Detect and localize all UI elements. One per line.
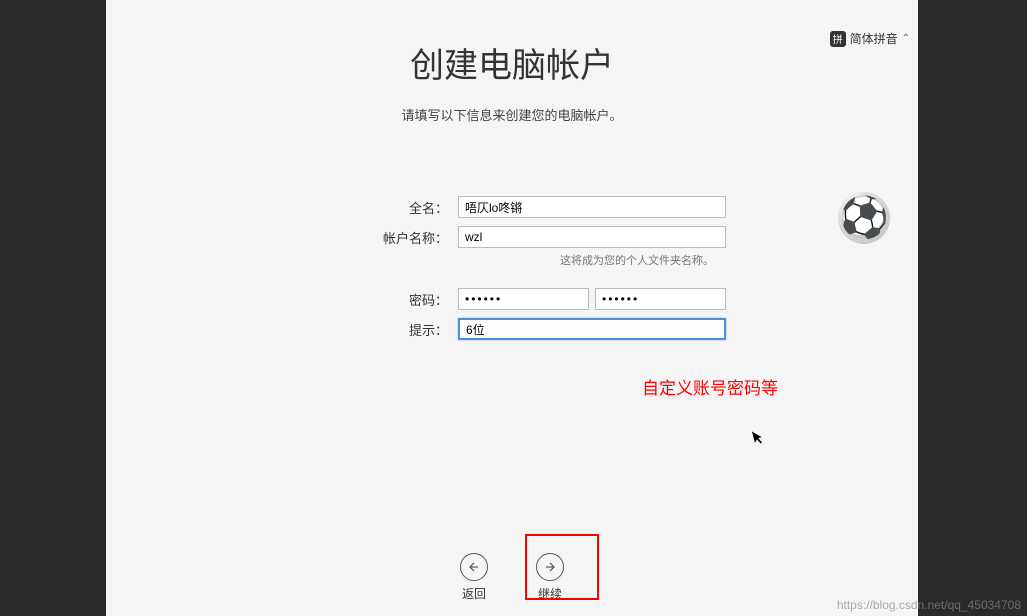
password-input[interactable]: [458, 288, 589, 310]
account-label: 帐户名称：: [298, 228, 458, 247]
fullname-label: 全名：: [298, 198, 458, 217]
chevron-updown-icon: ⌃: [902, 33, 910, 44]
ime-indicator[interactable]: 拼 简体拼音 ⌃: [830, 30, 910, 47]
bottom-nav: 返回 继续: [106, 538, 918, 616]
arrow-left-icon: [460, 553, 488, 581]
watermark: https://blog.csdn.net/qq_45034708: [837, 598, 1021, 612]
page-subtitle: 请填写以下信息来创建您的电脑帐户。: [106, 105, 918, 124]
continue-button[interactable]: 继续: [536, 553, 564, 602]
page-title: 创建电脑帐户: [106, 38, 918, 87]
continue-label: 继续: [538, 585, 562, 602]
fullname-input[interactable]: [458, 196, 726, 218]
annotation-text: 自定义账号密码等: [642, 374, 778, 399]
ime-badge-icon: 拼: [830, 31, 846, 47]
arrow-right-icon: [536, 553, 564, 581]
hint-label: 提示：: [298, 320, 458, 339]
password-confirm-input[interactable]: [595, 288, 726, 310]
account-input[interactable]: [458, 226, 726, 248]
account-form: ⚽ 全名： 帐户名称： 这将成为您的个人文件夹名称。 密码： 提示：: [106, 196, 918, 348]
back-button[interactable]: 返回: [460, 553, 488, 602]
avatar[interactable]: ⚽: [838, 192, 890, 244]
back-label: 返回: [462, 585, 486, 602]
ime-label: 简体拼音: [850, 30, 898, 47]
setup-window: 拼 简体拼音 ⌃ 创建电脑帐户 请填写以下信息来创建您的电脑帐户。 ⚽ 全名： …: [106, 0, 918, 616]
password-label: 密码：: [298, 290, 458, 309]
soccer-ball-icon: ⚽: [839, 198, 889, 238]
hint-input[interactable]: [458, 318, 726, 340]
account-hint: 这将成为您的个人文件夹名称。: [468, 252, 726, 268]
